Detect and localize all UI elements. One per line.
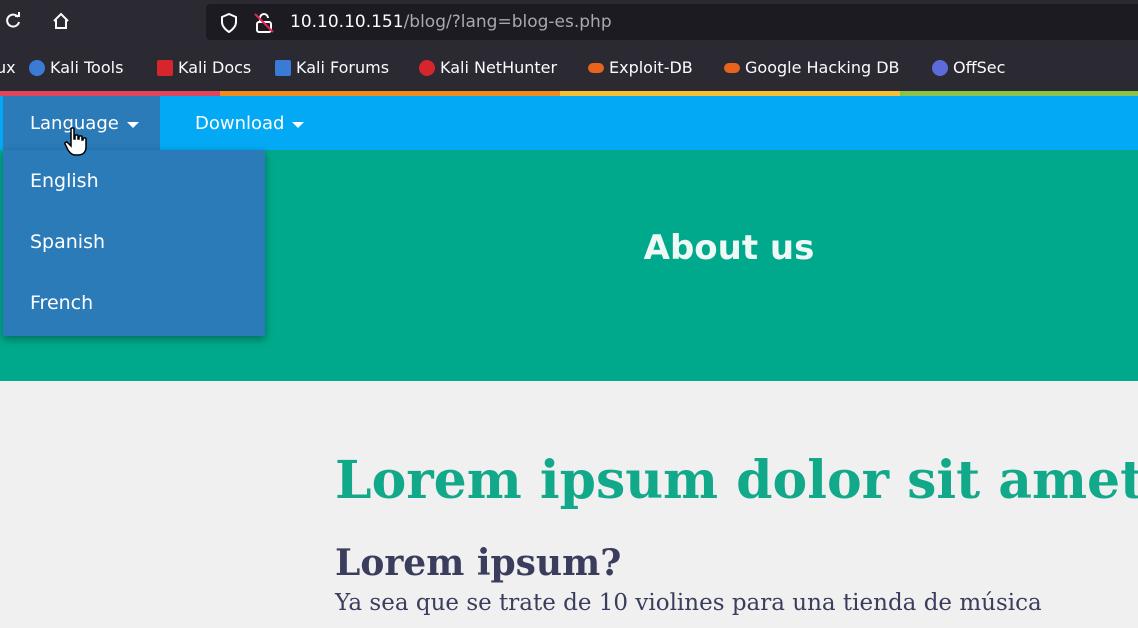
site-navbar: Language Download [0,96,1138,150]
bookmark-exploit-db[interactable]: Exploit-DB [588,58,693,77]
bookmark-kali-docs[interactable]: Kali Docs [157,58,251,77]
reload-icon[interactable] [0,8,26,34]
browser-toolbar: 10.10.10.151/blog/?lang=blog-es.php [0,0,1138,45]
kali-nethunter-icon [419,59,435,76]
bookmark-kali-nethunter[interactable]: Kali NetHunter [419,58,557,77]
bookmark-label: OffSec [953,58,1006,77]
bookmark-label: Kali NetHunter [440,58,558,77]
dropdown-item-spanish[interactable]: Spanish [30,231,105,253]
bookmarks-bar: ux Kali Tools Kali Docs Kali Forums Kali… [0,45,1138,91]
kali-docs-icon [157,59,173,76]
url-path: /blog/?lang=blog-es.php [403,12,612,32]
shield-icon[interactable] [220,12,238,37]
bookmark-label: Kali Docs [178,58,252,77]
bookmark-kali-forums[interactable]: Kali Forums [275,58,389,77]
kali-tools-icon [29,59,45,76]
home-icon[interactable] [48,8,74,34]
caret-down-icon [292,122,305,128]
bookmark-item[interactable]: ux [0,58,16,77]
content-subtitle: Lorem ipsum? [335,542,622,584]
hand-cursor-icon [64,127,88,161]
bookmark-label: Kali Tools [50,58,124,77]
offsec-icon [932,59,948,76]
bookmark-label: ux [0,58,16,77]
bookmark-label: Exploit-DB [609,58,693,77]
insecure-lock-icon[interactable] [254,12,274,38]
address-bar[interactable]: 10.10.10.151/blog/?lang=blog-es.php [206,4,1138,40]
exploit-db-icon [588,62,604,73]
bookmark-label: Google Hacking DB [745,58,900,77]
content-paragraph: Ya sea que se trate de 10 violines para … [335,590,1042,616]
bookmark-offsec[interactable]: OffSec [932,58,1005,77]
nav-download-menu[interactable]: Download [195,96,305,150]
bookmark-label: Kali Forums [296,58,390,77]
dropdown-item-french[interactable]: French [30,292,93,314]
bookmark-google-hacking-db[interactable]: Google Hacking DB [724,58,900,77]
google-hacking-db-icon [724,62,740,73]
language-dropdown: English Spanish French [3,150,265,336]
url-host: 10.10.10.151 [290,12,404,32]
caret-down-icon [126,122,139,128]
nav-download-label: Download [195,112,285,134]
dropdown-item-english[interactable]: English [30,170,99,192]
url-text[interactable]: 10.10.10.151/blog/?lang=blog-es.php [290,11,612,33]
content-title: Lorem ipsum dolor sit amet [335,450,1138,511]
bookmark-kali-tools[interactable]: Kali Tools [29,58,123,77]
kali-forums-icon [275,59,291,76]
